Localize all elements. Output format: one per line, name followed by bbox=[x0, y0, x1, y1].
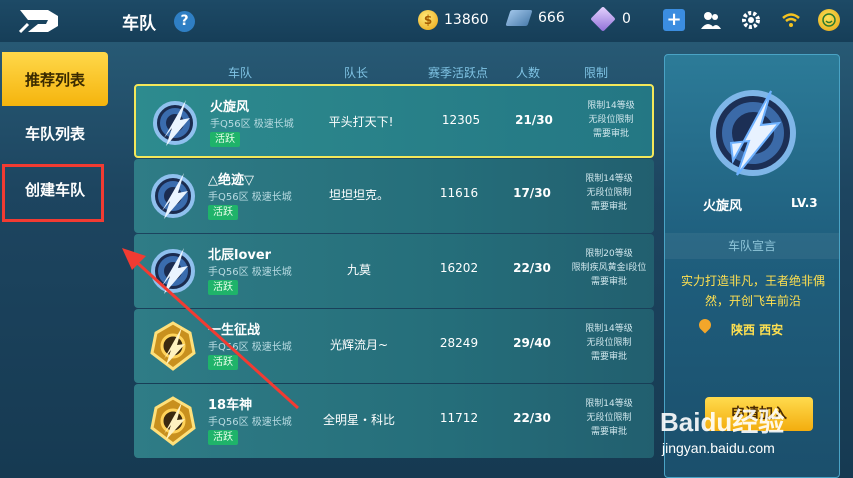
team-row[interactable]: 火旋风手Q56区 极速长城活跃 平头打天下! 12305 21/30 限制14等级 无段位… bbox=[134, 84, 654, 158]
wifi-icon bbox=[780, 9, 802, 31]
team-detail-panel: 火旋风 LV.3 车队宣言 实力打造非凡，王者绝非偶然，开创飞车前沿 陕西 西安… bbox=[664, 54, 840, 478]
limit-rank: 限制疾风黄金I段位 bbox=[571, 263, 647, 273]
declaration-title: 车队宣言 bbox=[665, 233, 839, 259]
active-badge: 活跃 bbox=[208, 280, 238, 295]
team-server: 手Q56区 极速长城 bbox=[208, 267, 292, 278]
diamond-counter: 0 bbox=[590, 6, 631, 32]
limit-level: 限制14等级 bbox=[585, 324, 633, 334]
help-icon[interactable]: ? bbox=[174, 11, 195, 32]
season-points: 16202 bbox=[439, 261, 479, 275]
team-row[interactable]: 18车神手Q56区 极速长城活跃 全明星・科比 11712 22/30 限制14等级 无段… bbox=[134, 384, 654, 458]
team-emblem-icon bbox=[146, 394, 200, 448]
sidebar-item-recommended[interactable]: 推荐列表 bbox=[2, 52, 108, 106]
coin-counter: $ 13860 bbox=[418, 10, 489, 30]
team-name: 火旋风 bbox=[210, 100, 250, 115]
friends-icon[interactable] bbox=[700, 9, 722, 31]
logo-icon[interactable] bbox=[18, 6, 64, 36]
team-limits: 限制14等级 无段位限制需要审批 bbox=[559, 397, 659, 439]
team-emblem-icon bbox=[146, 244, 200, 298]
settings-icon[interactable] bbox=[740, 9, 762, 31]
team-name: 18车神 bbox=[208, 398, 253, 413]
member-count: 22/30 bbox=[513, 261, 551, 275]
team-leader: 光辉流月~ bbox=[329, 338, 389, 352]
column-header-points: 赛季活跃点 bbox=[428, 66, 489, 80]
sidebar-item-label: 车队列表 bbox=[24, 124, 85, 143]
limit-approval: 需要审批 bbox=[590, 352, 627, 362]
team-server: 手Q56区 极速长城 bbox=[208, 417, 292, 428]
member-count: 21/30 bbox=[515, 113, 553, 127]
location-pin-icon bbox=[696, 316, 714, 334]
column-header-leader: 队长 bbox=[344, 66, 369, 80]
team-emblem-icon bbox=[710, 90, 796, 176]
limit-approval: 需要审批 bbox=[592, 129, 629, 139]
limit-level: 限制20等级 bbox=[585, 249, 633, 259]
team-limits: 限制14等级 无段位限制需要审批 bbox=[561, 99, 661, 141]
team-limits: 限制20等级限制疾风黄金I段位 需要审批 bbox=[559, 247, 659, 289]
member-count: 17/30 bbox=[513, 186, 551, 200]
member-count: 29/40 bbox=[513, 336, 551, 350]
team-name: △绝迹▽ bbox=[208, 173, 254, 188]
coin-icon: $ bbox=[418, 10, 438, 30]
limit-level: 限制14等级 bbox=[587, 101, 635, 111]
team-name: 火旋风 bbox=[703, 199, 743, 214]
team-level: LV.3 bbox=[791, 196, 818, 210]
active-badge: 活跃 bbox=[208, 355, 238, 370]
column-header-members: 人数 bbox=[516, 66, 541, 80]
team-row[interactable]: 一生征战手Q56区 极速长城活跃 光辉流月~ 28249 29/40 限制14等级 无段位… bbox=[134, 309, 654, 383]
active-badge: 活跃 bbox=[208, 430, 238, 445]
team-emblem-icon bbox=[146, 319, 200, 373]
limit-rank: 无段位限制 bbox=[586, 188, 632, 198]
season-points: 11712 bbox=[439, 411, 479, 425]
limit-approval: 需要审批 bbox=[590, 277, 627, 287]
limit-rank: 无段位限制 bbox=[588, 115, 634, 125]
column-header-limit: 限制 bbox=[584, 66, 609, 80]
limit-approval: 需要审批 bbox=[590, 427, 627, 437]
season-points: 12305 bbox=[441, 113, 481, 127]
highlight-box bbox=[2, 164, 104, 222]
team-name: 北辰lover bbox=[208, 248, 272, 263]
team-leader: 坦坦坦克。 bbox=[328, 188, 389, 202]
sidebar-item-label: 推荐列表 bbox=[24, 70, 85, 89]
team-emblem-icon bbox=[146, 169, 200, 223]
smile-icon[interactable] bbox=[818, 9, 840, 31]
team-location: 陕西 西安 bbox=[731, 323, 784, 337]
coin-amount: 13860 bbox=[444, 12, 489, 28]
limit-level: 限制14等级 bbox=[585, 399, 633, 409]
apply-join-button[interactable]: 申请加入 bbox=[705, 397, 813, 431]
sidebar: 推荐列表 车队列表 创建车队 bbox=[0, 48, 110, 478]
page-title: 车队 bbox=[122, 14, 156, 34]
team-server: 手Q56区 极速长城 bbox=[208, 342, 292, 353]
ticket-icon bbox=[505, 10, 533, 26]
team-emblem-icon bbox=[148, 96, 202, 150]
column-header-team: 车队 bbox=[228, 66, 253, 80]
active-badge: 活跃 bbox=[210, 132, 240, 147]
team-server: 手Q56区 极速长城 bbox=[208, 192, 292, 203]
limit-rank: 无段位限制 bbox=[586, 338, 632, 348]
diamond-amount: 0 bbox=[622, 11, 631, 27]
ticket-counter: 666 bbox=[505, 10, 565, 26]
team-leader: 平头打天下! bbox=[328, 115, 394, 129]
active-badge: 活跃 bbox=[208, 205, 238, 220]
team-row[interactable]: △绝迹▽ 手Q56区 极速长城活跃 坦坦坦克。 11616 17/30 限制14等级 无段位… bbox=[134, 159, 654, 233]
limit-level: 限制14等级 bbox=[585, 174, 633, 184]
limit-rank: 无段位限制 bbox=[586, 413, 632, 423]
team-row[interactable]: 北辰lover 手Q56区 极速长城活跃 九莫 16202 22/30 限制20等级限制疾… bbox=[134, 234, 654, 308]
top-bar: 车队 ? $ 13860 666 0 + bbox=[0, 0, 853, 42]
sidebar-item-team-list[interactable]: 车队列表 bbox=[2, 106, 108, 160]
team-server: 手Q56区 极速长城 bbox=[210, 119, 294, 130]
team-name: 一生征战 bbox=[208, 323, 261, 338]
declaration-text: 实力打造非凡，王者绝非偶然，开创飞车前沿 bbox=[680, 274, 825, 308]
team-leader: 全明星・科比 bbox=[322, 413, 395, 427]
diamond-icon bbox=[590, 6, 616, 32]
season-points: 28249 bbox=[439, 336, 479, 350]
limit-approval: 需要审批 bbox=[590, 202, 627, 212]
team-limits: 限制14等级 无段位限制需要审批 bbox=[559, 172, 659, 214]
season-points: 11616 bbox=[439, 186, 479, 200]
add-icon[interactable]: + bbox=[663, 9, 685, 31]
team-leader: 九莫 bbox=[346, 263, 371, 277]
team-limits: 限制14等级 无段位限制需要审批 bbox=[559, 322, 659, 364]
member-count: 22/30 bbox=[513, 411, 551, 425]
ticket-amount: 666 bbox=[538, 10, 565, 26]
